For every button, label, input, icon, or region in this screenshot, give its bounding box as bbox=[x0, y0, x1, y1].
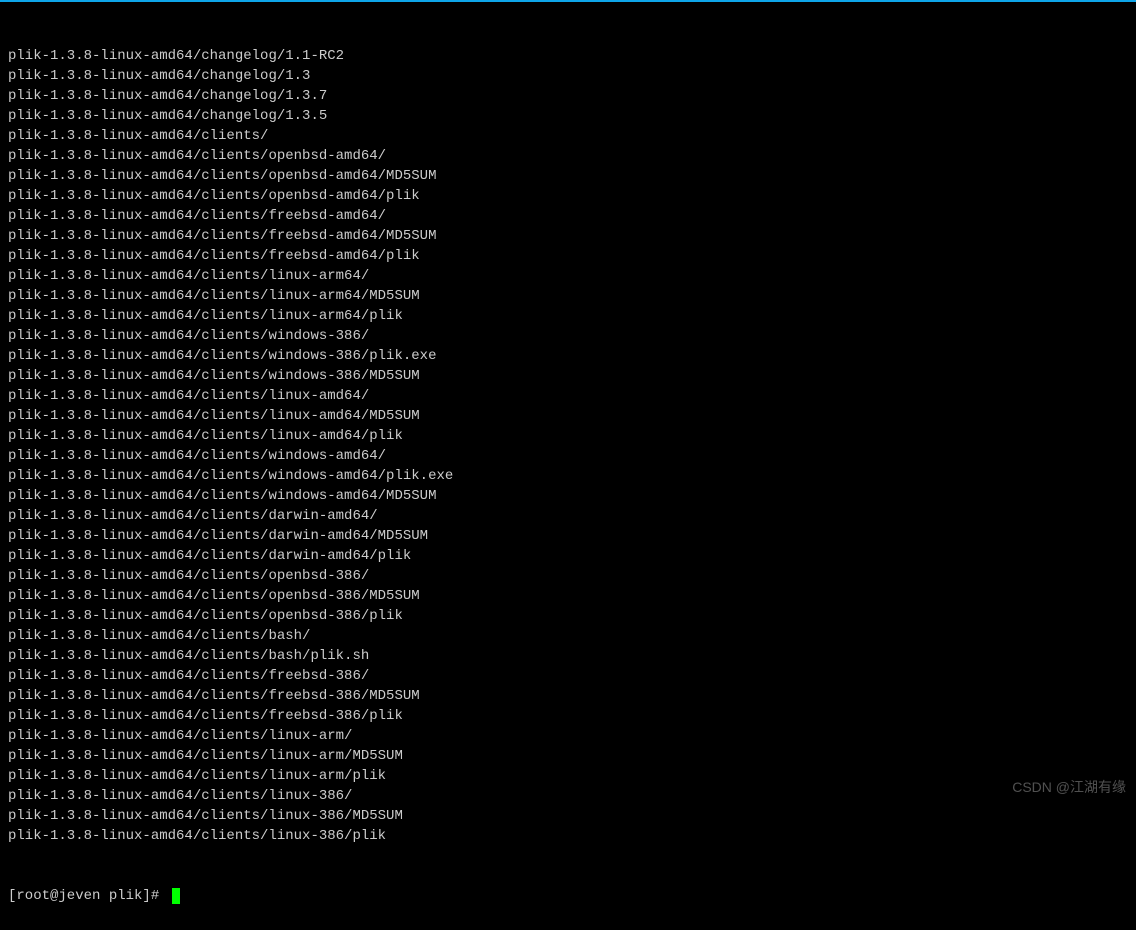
terminal-line: plik-1.3.8-linux-amd64/clients/linux-arm… bbox=[8, 746, 1128, 766]
terminal-line: plik-1.3.8-linux-amd64/clients/linux-amd… bbox=[8, 406, 1128, 426]
terminal-line: plik-1.3.8-linux-amd64/changelog/1.1-RC2 bbox=[8, 46, 1128, 66]
terminal-line: plik-1.3.8-linux-amd64/clients/linux-386… bbox=[8, 806, 1128, 826]
terminal-line: plik-1.3.8-linux-amd64/clients/openbsd-a… bbox=[8, 166, 1128, 186]
terminal-line: plik-1.3.8-linux-amd64/clients/openbsd-3… bbox=[8, 586, 1128, 606]
terminal-lines-container: plik-1.3.8-linux-amd64/changelog/1.1-RC2… bbox=[8, 46, 1128, 846]
terminal-line: plik-1.3.8-linux-amd64/clients/windows-a… bbox=[8, 486, 1128, 506]
terminal-line: plik-1.3.8-linux-amd64/changelog/1.3.7 bbox=[8, 86, 1128, 106]
terminal-line: plik-1.3.8-linux-amd64/clients/freebsd-a… bbox=[8, 206, 1128, 226]
terminal-line: plik-1.3.8-linux-amd64/clients/linux-386… bbox=[8, 786, 1128, 806]
terminal-line: plik-1.3.8-linux-amd64/clients/openbsd-a… bbox=[8, 146, 1128, 166]
terminal-line: plik-1.3.8-linux-amd64/clients/linux-arm… bbox=[8, 286, 1128, 306]
terminal-line: plik-1.3.8-linux-amd64/clients/openbsd-3… bbox=[8, 606, 1128, 626]
terminal-line: plik-1.3.8-linux-amd64/clients/freebsd-3… bbox=[8, 706, 1128, 726]
terminal-line: plik-1.3.8-linux-amd64/clients/windows-3… bbox=[8, 346, 1128, 366]
terminal-line: plik-1.3.8-linux-amd64/clients/windows-3… bbox=[8, 366, 1128, 386]
terminal-line: plik-1.3.8-linux-amd64/clients/linux-amd… bbox=[8, 426, 1128, 446]
terminal-line: plik-1.3.8-linux-amd64/clients/linux-arm… bbox=[8, 306, 1128, 326]
terminal-line: plik-1.3.8-linux-amd64/clients/openbsd-a… bbox=[8, 186, 1128, 206]
terminal-line: plik-1.3.8-linux-amd64/clients/windows-3… bbox=[8, 326, 1128, 346]
terminal-line: plik-1.3.8-linux-amd64/clients/linux-386… bbox=[8, 826, 1128, 846]
terminal-line: plik-1.3.8-linux-amd64/clients/windows-a… bbox=[8, 466, 1128, 486]
terminal-line: plik-1.3.8-linux-amd64/clients/windows-a… bbox=[8, 446, 1128, 466]
terminal-line: plik-1.3.8-linux-amd64/clients/freebsd-a… bbox=[8, 246, 1128, 266]
terminal-line: plik-1.3.8-linux-amd64/clients/linux-arm… bbox=[8, 726, 1128, 746]
terminal-line: plik-1.3.8-linux-amd64/clients/linux-amd… bbox=[8, 386, 1128, 406]
terminal-cursor bbox=[172, 888, 180, 904]
terminal-line: plik-1.3.8-linux-amd64/changelog/1.3.5 bbox=[8, 106, 1128, 126]
terminal-line: plik-1.3.8-linux-amd64/clients/linux-arm… bbox=[8, 766, 1128, 786]
terminal-line: plik-1.3.8-linux-amd64/changelog/1.3 bbox=[8, 66, 1128, 86]
terminal-prompt: [root@jeven plik]# bbox=[8, 886, 168, 906]
terminal-line: plik-1.3.8-linux-amd64/clients/bash/plik… bbox=[8, 646, 1128, 666]
terminal-line: plik-1.3.8-linux-amd64/clients/darwin-am… bbox=[8, 526, 1128, 546]
terminal-line: plik-1.3.8-linux-amd64/clients/darwin-am… bbox=[8, 546, 1128, 566]
terminal-line: plik-1.3.8-linux-amd64/clients/freebsd-3… bbox=[8, 666, 1128, 686]
terminal-line: plik-1.3.8-linux-amd64/clients/ bbox=[8, 126, 1128, 146]
terminal-output[interactable]: plik-1.3.8-linux-amd64/changelog/1.1-RC2… bbox=[0, 2, 1136, 930]
terminal-prompt-line[interactable]: [root@jeven plik]# bbox=[8, 886, 1128, 906]
terminal-line: plik-1.3.8-linux-amd64/clients/darwin-am… bbox=[8, 506, 1128, 526]
terminal-line: plik-1.3.8-linux-amd64/clients/bash/ bbox=[8, 626, 1128, 646]
terminal-line: plik-1.3.8-linux-amd64/clients/freebsd-3… bbox=[8, 686, 1128, 706]
terminal-line: plik-1.3.8-linux-amd64/clients/freebsd-a… bbox=[8, 226, 1128, 246]
terminal-line: plik-1.3.8-linux-amd64/clients/openbsd-3… bbox=[8, 566, 1128, 586]
terminal-line: plik-1.3.8-linux-amd64/clients/linux-arm… bbox=[8, 266, 1128, 286]
